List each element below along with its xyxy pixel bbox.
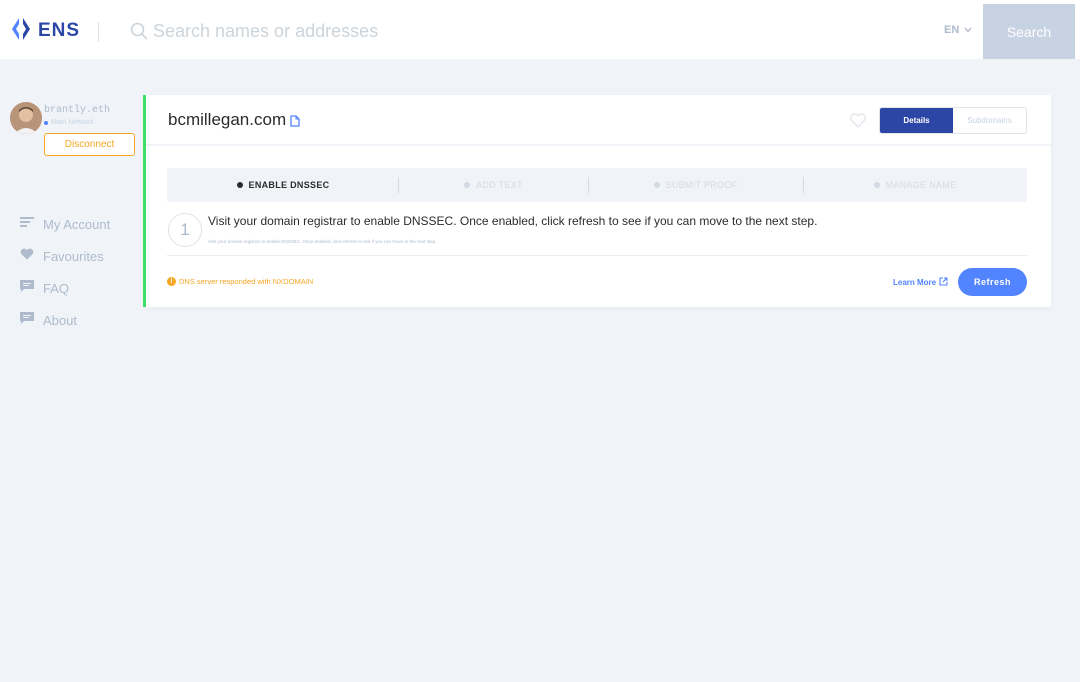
copy-icon[interactable] (290, 113, 300, 127)
search-input[interactable] (153, 16, 753, 46)
learn-more-link[interactable]: Learn More (893, 277, 948, 288)
step-instruction-detail: Visit your domain registrar to enable DN… (208, 239, 437, 244)
refresh-button[interactable]: Refresh (958, 268, 1027, 296)
step-manage-name: MANAGE NAME (803, 168, 1027, 202)
ens-logo-icon (10, 17, 32, 46)
card-header: bcmillegan.com Details Subdomains (146, 95, 1051, 146)
external-link-icon (939, 277, 948, 288)
domain-tabs: Details Subdomains (879, 107, 1027, 134)
network-label: Main Network (51, 119, 94, 126)
step-dot (236, 182, 243, 188)
sidebar-item-label: FAQ (43, 280, 70, 296)
search-button[interactable]: Search (983, 4, 1075, 59)
chat-icon (20, 311, 43, 329)
heart-icon (20, 247, 43, 265)
chat-icon (20, 279, 43, 297)
learn-more-label: Learn More (893, 278, 937, 287)
progress-steps: ENABLE DNSSEC ADD TEXT SUBMIT PROOF MANA… (167, 168, 1027, 202)
account-icon (20, 215, 43, 233)
search-icon (130, 22, 148, 40)
header-divider (98, 22, 99, 42)
favourite-heart-icon[interactable] (850, 113, 866, 128)
sidebar-item-label: About (43, 312, 77, 328)
disconnect-button[interactable]: Disconnect (44, 133, 135, 156)
avatar (10, 102, 42, 134)
step-label: ADD TEXT (476, 180, 523, 190)
step-label: SUBMIT PROOF (665, 180, 738, 190)
step-instruction: Visit your domain registrar to enable DN… (208, 214, 818, 228)
step-add-text: ADD TEXT (399, 168, 588, 202)
chevron-down-icon (964, 24, 972, 36)
warning-icon: ! (167, 277, 176, 286)
tab-details[interactable]: Details (880, 108, 953, 133)
ens-logo[interactable]: ENS (10, 17, 81, 46)
step-dot (653, 182, 660, 188)
dns-status-message: ! DNS server responded with NXDOMAIN (167, 277, 313, 286)
network-status-dot (44, 120, 48, 125)
step-label: MANAGE NAME (885, 180, 957, 190)
language-selector[interactable]: EN (944, 24, 972, 36)
account-name: brantly.eth (44, 105, 111, 116)
step-enable-dnssec: ENABLE DNSSEC (167, 168, 399, 202)
top-bar: ENS EN Search (0, 0, 1080, 59)
tab-subdomains[interactable]: Subdomains (953, 108, 1026, 133)
sidebar-item-my-account[interactable]: My Account (20, 208, 110, 240)
domain-card: bcmillegan.com Details Subdomains ENABLE… (146, 95, 1051, 307)
sidebar-item-favourites[interactable]: Favourites (20, 240, 110, 272)
domain-title: bcmillegan.com (168, 110, 300, 130)
language-label: EN (944, 24, 960, 36)
domain-name: bcmillegan.com (168, 110, 287, 129)
status-text: DNS server responded with NXDOMAIN (179, 277, 314, 286)
sidebar-item-label: My Account (43, 216, 111, 232)
sidebar-item-label: Favourites (43, 248, 104, 264)
sidebar-item-faq[interactable]: FAQ (20, 272, 110, 304)
sidebar-item-about[interactable]: About (20, 304, 110, 336)
step-submit-proof: SUBMIT PROOF (588, 168, 803, 202)
step-dot (464, 182, 471, 188)
card-divider (167, 255, 1027, 256)
sidebar-nav: My Account Favourites FAQ About (20, 208, 110, 336)
step-dot (873, 182, 880, 188)
network-indicator: Main Network (44, 119, 94, 126)
step-label: ENABLE DNSSEC (248, 180, 330, 190)
logo-text: ENS (38, 20, 81, 41)
step-number: 1 (168, 213, 202, 247)
